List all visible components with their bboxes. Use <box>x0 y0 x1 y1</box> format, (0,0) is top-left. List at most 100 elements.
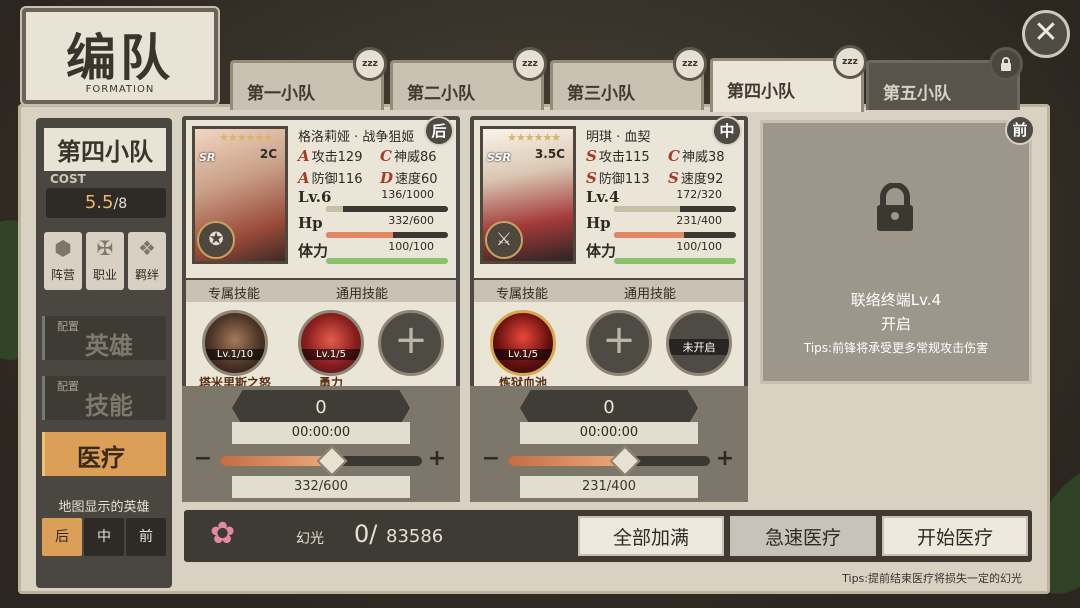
tab-team-4[interactable]: 第四小队 zzz <box>710 45 867 112</box>
stat-label: 速度 <box>680 172 707 187</box>
stat-grade: A <box>298 169 310 187</box>
stat-value: 116 <box>337 172 363 187</box>
bottom-tip: Tips:提前结束医疗将损失一定的幻光 <box>842 572 1022 585</box>
heal-hp-value: 332/600 <box>232 476 410 498</box>
skill-level: Lv.1/10 <box>205 349 265 360</box>
add-skill-icon[interactable]: + <box>378 310 444 376</box>
configure-heroes-button[interactable]: 配置 英雄 <box>42 316 166 360</box>
button-label: 英雄 <box>85 331 133 360</box>
increase-heal-button[interactable]: + <box>710 444 740 474</box>
unlock-condition: 联络终端Lv.4 <box>850 291 942 309</box>
map-position-front[interactable]: 前 <box>126 518 166 556</box>
exp-fill <box>614 206 680 212</box>
heal-slider-handle[interactable] <box>316 445 348 477</box>
locked-skill-slot[interactable]: 未开启 <box>666 310 732 376</box>
stat-grade: A <box>298 147 310 165</box>
tab-label: 第二小队 <box>407 84 475 104</box>
configure-skills-button[interactable]: 配置 技能 <box>42 376 166 420</box>
stat-value: 86 <box>419 150 437 165</box>
skill-header: 专属技能 通用技能 <box>474 280 744 302</box>
crossed-swords-class-icon: ⚔ <box>485 221 523 259</box>
hero-portrait[interactable]: ★★★★★★ SSR 3.5C ⚔ <box>480 126 576 264</box>
rarity-badge: SSR <box>487 151 511 164</box>
hp-value: 332/600 <box>388 214 434 227</box>
position-tag: 前 <box>1005 115 1035 145</box>
hp-fill <box>614 232 685 238</box>
map-position-back[interactable]: 后 <box>42 518 82 556</box>
cost-label: COST <box>50 172 86 186</box>
page-title: 编队 <box>66 28 174 87</box>
increase-heal-button[interactable]: + <box>422 444 452 474</box>
bond-filter-button[interactable]: ❖ 羁绊 <box>128 232 166 290</box>
sidebar: 第四小队 COST 5.5/8 ⬢ 阵营 ✠ 职业 ❖ 羁绊 配置 英雄 配置 … <box>36 118 172 588</box>
decrease-heal-button[interactable]: − <box>188 444 218 474</box>
hero-cost: 3.5C <box>534 147 565 161</box>
button-caption: 配置 <box>57 380 79 393</box>
tab-label: 第一小队 <box>247 84 315 104</box>
stat-grade: S <box>668 169 679 187</box>
stat-grade: S <box>586 169 597 187</box>
skill-level: Lv.1/5 <box>301 349 361 360</box>
hero-info: ★★★★★★ SR 2C ✪ 格洛莉娅 · 战争狙姬 后 A 攻击129 C 神威8… <box>186 116 456 278</box>
heal-time: 00:00:00 <box>520 422 698 444</box>
class-filter-button[interactable]: ✠ 职业 <box>86 232 124 290</box>
stat-speed: S 速度92 <box>668 168 723 187</box>
stat-label: 攻击 <box>311 150 338 165</box>
level-label: Lv.6 <box>298 188 332 206</box>
faction-icon: ⬢ <box>54 236 72 260</box>
map-position-middle[interactable]: 中 <box>84 518 124 556</box>
stat-label: 攻击 <box>598 150 625 165</box>
skill-slot-exclusive[interactable]: Lv.1/5 <box>490 310 556 376</box>
title-tablet: 编队 FORMATION <box>22 8 218 104</box>
sniper-class-icon: ✪ <box>197 221 235 259</box>
skill-area: Lv.1/10 塔米里斯之怒 Lv.1/5 勇力 + <box>186 302 456 390</box>
team-name: 第四小队 <box>44 128 166 171</box>
faction-label: 阵营 <box>50 268 75 282</box>
exp-value: 136/1000 <box>381 188 434 201</box>
bond-icon: ❖ <box>138 236 156 260</box>
cost-value: 5.5 <box>84 192 114 213</box>
exclusive-skill-label: 专属技能 <box>208 287 261 302</box>
tab-team-3[interactable]: 第三小队 zzz <box>550 47 707 110</box>
add-skill-icon[interactable]: + <box>586 310 652 376</box>
quick-heal-button[interactable]: 急速医疗 <box>730 516 876 556</box>
heal-count: 0 <box>232 390 410 426</box>
start-heal-button[interactable]: 开始医疗 <box>882 516 1028 556</box>
map-hero-label: 地图显示的英雄 <box>58 500 150 515</box>
stamina-bar <box>326 258 448 264</box>
hero-portrait[interactable]: ★★★★★★ SR 2C ✪ <box>192 126 288 264</box>
close-button[interactable]: ✕ <box>1022 10 1070 58</box>
tab-team-1[interactable]: 第一小队 zzz <box>230 47 387 110</box>
locked-label: 未开启 <box>669 339 729 355</box>
heal-slider-handle[interactable] <box>609 445 641 477</box>
locked-hero-slot[interactable]: 前 联络终端Lv.4 开启 Tips:前锋将承受更多常规攻击伤害 <box>760 115 1035 384</box>
stat-speed: D 速度60 <box>380 168 438 187</box>
stat-label: 神威 <box>393 150 420 165</box>
button-caption: 配置 <box>57 320 79 333</box>
faction-filter-button[interactable]: ⬢ 阵营 <box>44 232 82 290</box>
decrease-heal-button[interactable]: − <box>476 444 506 474</box>
heal-time: 00:00:00 <box>232 422 410 444</box>
stat-value: 113 <box>624 172 650 187</box>
stamina-value: 100/100 <box>388 240 434 253</box>
hp-bar <box>614 232 736 238</box>
medical-button[interactable]: 医疗 <box>42 432 166 476</box>
stat-grade: S <box>586 147 597 165</box>
skill-slot-common-1[interactable]: Lv.1/5 <box>298 310 364 376</box>
level-label: Lv.4 <box>586 188 620 206</box>
tab-team-5[interactable]: 第五小队 <box>866 47 1023 110</box>
fill-all-button[interactable]: 全部加满 <box>578 516 724 556</box>
heal-panel: 0 00:00:00 − + 332/600 <box>182 386 460 502</box>
tab-team-2[interactable]: 第二小队 zzz <box>390 47 547 110</box>
position-tag: 中 <box>712 116 742 146</box>
position-tag: 后 <box>424 116 454 146</box>
exp-value: 172/320 <box>676 188 722 201</box>
stamina-label: 体力 <box>298 242 329 260</box>
class-icon: ✠ <box>96 236 114 260</box>
sleep-icon: zzz <box>513 47 547 81</box>
page-subtitle: FORMATION <box>85 84 155 95</box>
cost-display: 5.5/8 <box>46 188 166 218</box>
skill-slot-exclusive[interactable]: Lv.1/10 <box>202 310 268 376</box>
button-label: 医疗 <box>77 443 125 472</box>
stat-grade: D <box>380 169 394 187</box>
